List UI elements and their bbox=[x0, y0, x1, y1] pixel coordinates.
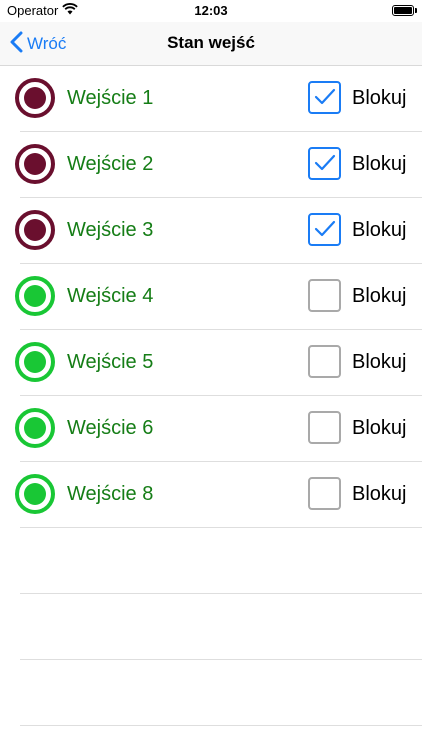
block-checkbox[interactable] bbox=[308, 279, 341, 312]
inputs-list: Wejście 1 Blokuj Wejście 2 Blokuj Wejści… bbox=[0, 66, 422, 726]
status-circle-icon bbox=[15, 408, 55, 448]
battery-tip bbox=[415, 8, 417, 13]
list-item: Wejście 5 Blokuj bbox=[0, 330, 422, 396]
block-checkbox[interactable] bbox=[308, 477, 341, 510]
empty-row bbox=[0, 594, 422, 660]
block-checkbox[interactable] bbox=[308, 147, 341, 180]
block-checkbox[interactable] bbox=[308, 411, 341, 444]
list-item: Wejście 1 Blokuj bbox=[0, 66, 422, 132]
list-item: Wejście 2 Blokuj bbox=[0, 132, 422, 198]
input-label: Wejście 8 bbox=[67, 483, 154, 505]
status-circle-icon bbox=[15, 342, 55, 382]
input-label: Wejście 3 bbox=[67, 219, 154, 241]
block-checkbox[interactable] bbox=[308, 213, 341, 246]
input-label: Wejście 2 bbox=[67, 153, 154, 175]
input-label: Wejście 4 bbox=[67, 285, 154, 307]
block-label: Blokuj bbox=[352, 87, 407, 109]
list-item: Wejście 6 Blokuj bbox=[0, 396, 422, 462]
clock: 12:03 bbox=[194, 3, 228, 18]
status-circle-icon bbox=[15, 144, 55, 184]
list-item: Wejście 3 Blokuj bbox=[0, 198, 422, 264]
input-label: Wejście 5 bbox=[67, 351, 154, 373]
block-checkbox[interactable] bbox=[308, 345, 341, 378]
status-circle-icon bbox=[15, 210, 55, 250]
input-label: Wejście 1 bbox=[67, 87, 154, 109]
status-circle-icon bbox=[15, 276, 55, 316]
checkmark-icon bbox=[314, 220, 336, 237]
block-label: Blokuj bbox=[352, 483, 407, 505]
page-title: Stan wejść bbox=[167, 33, 255, 52]
checkmark-icon bbox=[314, 154, 336, 171]
list-item: Wejście 4 Blokuj bbox=[0, 264, 422, 330]
empty-row bbox=[0, 660, 422, 726]
empty-row bbox=[0, 528, 422, 594]
input-label: Wejście 6 bbox=[67, 417, 154, 439]
battery-icon bbox=[392, 5, 414, 16]
navigation-bar: Wróć Stan wejść bbox=[0, 22, 422, 66]
status-circle-icon bbox=[15, 78, 55, 118]
block-label: Blokuj bbox=[352, 219, 407, 241]
status-circle-icon bbox=[15, 474, 55, 514]
block-label: Blokuj bbox=[352, 351, 407, 373]
block-label: Blokuj bbox=[352, 417, 407, 439]
list-item: Wejście 8 Blokuj bbox=[0, 462, 422, 528]
block-checkbox[interactable] bbox=[308, 81, 341, 114]
status-bar: Operator 12:03 bbox=[0, 0, 422, 22]
block-label: Blokuj bbox=[352, 153, 407, 175]
checkmark-icon bbox=[314, 88, 336, 105]
block-label: Blokuj bbox=[352, 285, 407, 307]
